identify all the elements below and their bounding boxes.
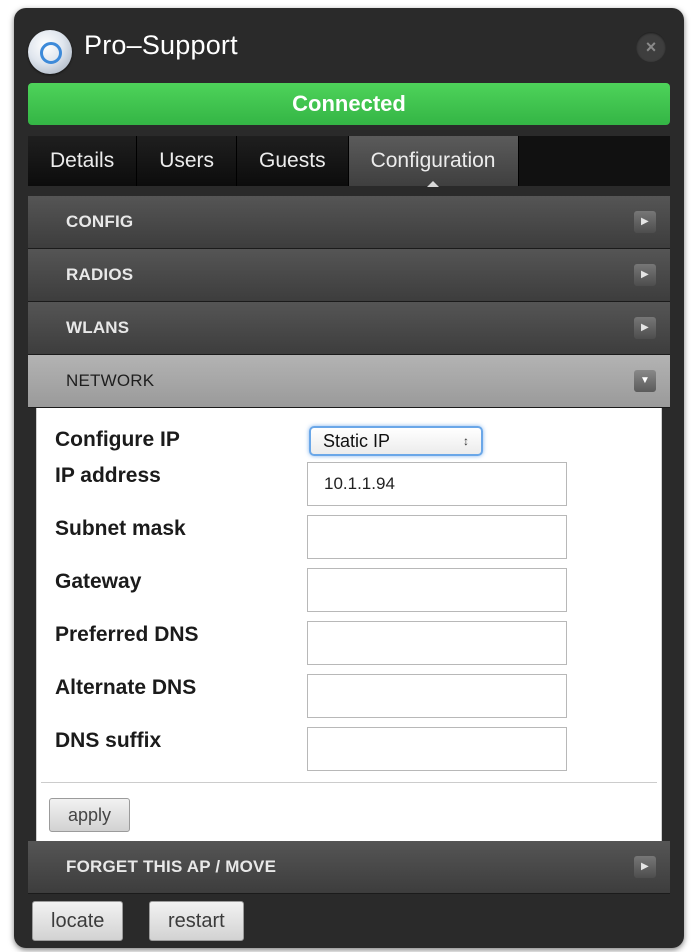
locate-button[interactable]: locate (32, 901, 124, 941)
expand-arrow-icon[interactable]: ▶ (634, 211, 656, 233)
section-config[interactable]: CONFIG ▶ (28, 196, 670, 249)
pro-support-window: Pro–Support × Connected Details Users Gu… (14, 8, 684, 948)
form-divider (41, 782, 657, 783)
tab-details[interactable]: Details (28, 136, 138, 186)
app-logo-icon (28, 30, 72, 74)
preferred-dns-label: Preferred DNS (55, 623, 199, 646)
apply-button[interactable]: apply (49, 798, 131, 832)
close-icon[interactable]: × (636, 32, 666, 62)
section-radios[interactable]: RADIOS ▶ (28, 249, 670, 302)
section-radios-label: RADIOS (66, 265, 134, 284)
network-panel: Configure IP Static IP ↕ IP address Subn… (36, 408, 662, 841)
tab-bar: Details Users Guests Configuration (28, 136, 670, 187)
config-sections: CONFIG ▶ RADIOS ▶ WLANS ▶ NETWORK ▼ Conf… (28, 196, 670, 894)
tab-users[interactable]: Users (137, 136, 238, 186)
tab-guests[interactable]: Guests (237, 136, 349, 186)
subnet-mask-label: Subnet mask (55, 517, 186, 540)
alternate-dns-label: Alternate DNS (55, 676, 197, 699)
configure-ip-select[interactable]: Static IP ↕ (309, 426, 483, 456)
gateway-label: Gateway (55, 570, 142, 593)
select-arrows-icon: ↕ (463, 434, 469, 448)
title-bar: Pro–Support × (14, 8, 684, 80)
section-wlans[interactable]: WLANS ▶ (28, 302, 670, 355)
section-config-label: CONFIG (66, 212, 134, 231)
tab-configuration-label: Configuration (370, 149, 496, 172)
expand-arrow-icon[interactable]: ▶ (634, 317, 656, 339)
dns-suffix-label: DNS suffix (55, 729, 162, 752)
alternate-dns-field[interactable] (307, 674, 567, 718)
tab-configuration[interactable]: Configuration (348, 136, 519, 187)
collapse-arrow-icon[interactable]: ▼ (634, 370, 656, 392)
configure-ip-selected-value: Static IP (323, 431, 391, 451)
connection-status-bar: Connected (28, 83, 670, 125)
section-forget-ap[interactable]: FORGET THIS AP / MOVE ▶ (28, 841, 670, 894)
configure-ip-label: Configure IP (55, 428, 180, 451)
gateway-field[interactable] (307, 568, 567, 612)
active-tab-indicator (427, 181, 440, 187)
section-network-label: NETWORK (66, 371, 155, 390)
section-wlans-label: WLANS (66, 318, 130, 337)
expand-arrow-icon[interactable]: ▶ (634, 264, 656, 286)
expand-arrow-icon[interactable]: ▶ (634, 856, 656, 878)
ip-address-label: IP address (55, 464, 161, 487)
restart-button[interactable]: restart (149, 901, 244, 941)
section-forget-ap-label: FORGET THIS AP / MOVE (66, 857, 277, 876)
ip-address-field[interactable] (307, 462, 567, 506)
section-network[interactable]: NETWORK ▼ (28, 355, 670, 408)
app-logo-ring (40, 42, 62, 64)
preferred-dns-field[interactable] (307, 621, 567, 665)
dns-suffix-field[interactable] (307, 727, 567, 771)
subnet-mask-field[interactable] (307, 515, 567, 559)
window-title: Pro–Support (84, 30, 238, 60)
